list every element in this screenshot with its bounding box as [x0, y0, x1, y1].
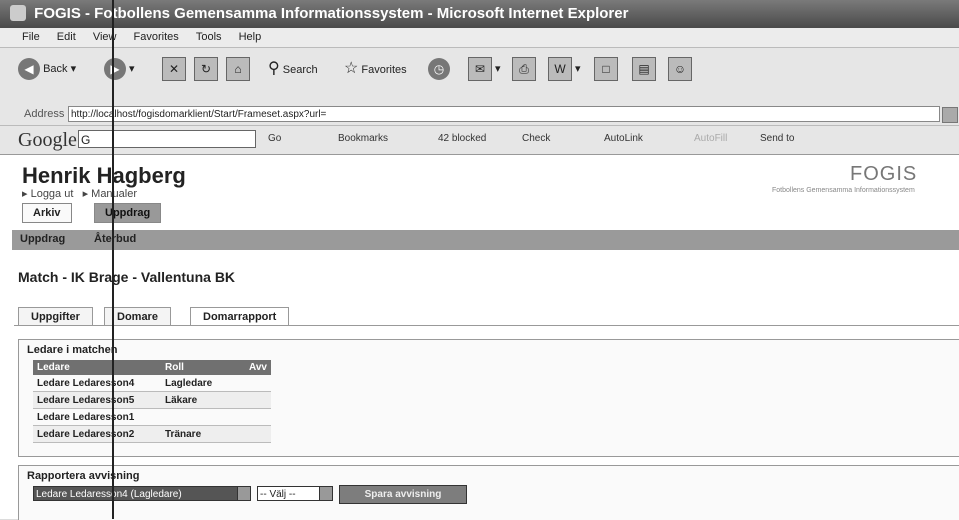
menu-file[interactable]: File [22, 28, 40, 47]
annotation-line [112, 0, 114, 519]
mail-icon: ✉ [468, 57, 492, 82]
window-titlebar: FOGIS - Fotbollens Gemensamma Informatio… [0, 0, 959, 28]
window-title: FOGIS - Fotbollens Gemensamma Informatio… [34, 5, 629, 22]
table-row[interactable]: Ledare Ledaresson1 [33, 408, 271, 426]
edit-button[interactable]: W ▾ [548, 54, 581, 84]
messenger-icon: ☺ [668, 57, 692, 82]
refresh-button[interactable]: ↻ [194, 54, 218, 84]
subnav-aterbud[interactable]: Återbud [94, 233, 136, 245]
stop-icon: ✕ [162, 57, 186, 82]
back-arrow-icon: ◀ [18, 58, 40, 81]
reason-select[interactable]: -- Välj -- [257, 486, 333, 501]
tab-uppgifter[interactable]: Uppgifter [18, 307, 93, 326]
history-icon: ◷ [428, 58, 450, 81]
address-label: Address [24, 108, 65, 120]
user-links: ▸ Logga ut ▸ Manualer [22, 188, 138, 200]
popup-blocked-counter[interactable]: 42 blocked [438, 133, 486, 144]
research-button[interactable]: ▤ [632, 54, 656, 84]
research-icon: ▤ [632, 57, 656, 82]
spell-check-button[interactable]: Check [522, 133, 550, 144]
menu-help[interactable]: Help [239, 28, 262, 47]
discuss-icon: □ [594, 57, 618, 82]
send-to-button[interactable]: Send to [760, 133, 794, 144]
fogis-tagline: Fotbollens Gemensamma Informationssystem [772, 187, 915, 194]
chevron-down-icon [237, 487, 250, 500]
fogis-app: Henrik Hagberg ▸ Logga ut ▸ Manualer FOG… [0, 155, 959, 520]
user-name: Henrik Hagberg [22, 163, 186, 188]
mail-button[interactable]: ✉ ▾ [468, 54, 501, 84]
tab-divider [14, 325, 959, 326]
report-heading: Rapportera avvisning [27, 470, 140, 482]
home-icon: ⌂ [226, 57, 250, 82]
leaders-panel: Ledare i matchen Ledare Roll Avv Ledare … [18, 339, 959, 457]
home-button[interactable]: ⌂ [226, 54, 250, 84]
google-bookmarks-button[interactable]: Bookmarks [338, 133, 388, 144]
address-input[interactable]: http://localhost/fogisdomarklient/Start/… [68, 106, 940, 122]
google-logo: Google [18, 129, 77, 151]
google-search-input[interactable]: G [78, 130, 256, 148]
search-button[interactable]: ⚲ Search [268, 54, 318, 84]
match-title: Match - IK Brage - Vallentuna BK [18, 269, 236, 285]
address-bar: Address http://localhost/fogisdomarklien… [0, 105, 959, 126]
manuals-link[interactable]: Manualer [91, 188, 137, 200]
save-expulsion-button[interactable]: Spara avvisning [339, 485, 467, 504]
browser-toolbar: ◀ Back ▾ ▶ ▾ ✕ ↻ ⌂ ⚲ Search ☆ Favorites … [0, 48, 959, 106]
google-go-button[interactable]: Go [268, 133, 281, 144]
autofill-button[interactable]: AutoFill [694, 133, 727, 144]
column-roll: Roll [161, 360, 233, 375]
menu-bar: File Edit View Favorites Tools Help [0, 28, 959, 48]
search-icon: ⚲ [268, 60, 280, 77]
tab-arkiv[interactable]: Arkiv [22, 203, 72, 223]
leader-select[interactable]: Ledare Ledaresson4 (Lagledare) [33, 486, 251, 501]
forward-arrow-icon: ▶ [104, 58, 126, 81]
tab-uppdrag[interactable]: Uppdrag [94, 203, 162, 223]
favorites-button[interactable]: ☆ Favorites [344, 54, 407, 84]
star-icon: ☆ [344, 60, 359, 77]
logout-link[interactable]: Logga ut [31, 188, 74, 200]
address-dropdown-icon[interactable] [942, 107, 958, 123]
refresh-icon: ↻ [194, 57, 218, 82]
leaders-heading: Ledare i matchen [27, 344, 118, 356]
menu-edit[interactable]: Edit [57, 28, 76, 47]
table-row[interactable]: Ledare Ledaresson4 Lagledare [33, 375, 271, 392]
back-button[interactable]: ◀ Back ▾ [18, 54, 76, 84]
column-ledare: Ledare [33, 360, 161, 375]
discuss-button[interactable]: □ [594, 54, 618, 84]
menu-favorites[interactable]: Favorites [134, 28, 179, 47]
print-button[interactable]: ⎙ [512, 54, 536, 84]
google-toolbar: Google G Go Bookmarks 42 blocked Check A… [0, 126, 959, 155]
word-icon: W [548, 57, 572, 82]
column-avv: Avv [233, 360, 271, 375]
table-row[interactable]: Ledare Ledaresson5 Läkare [33, 391, 271, 409]
report-panel: Rapportera avvisning Ledare Ledaresson4 … [18, 465, 959, 520]
print-icon: ⎙ [512, 57, 536, 82]
leaders-table: Ledare Roll Avv Ledare Ledaresson4 Lagle… [33, 360, 271, 443]
chevron-down-icon [319, 487, 332, 500]
forward-button[interactable]: ▶ ▾ [104, 54, 135, 84]
stop-button[interactable]: ✕ [162, 54, 186, 84]
tab-domarrapport[interactable]: Domarrapport [190, 307, 290, 326]
messenger-button[interactable]: ☺ [668, 54, 692, 84]
subnav-uppdrag[interactable]: Uppdrag [20, 233, 65, 245]
fogis-logo: FOGIS [850, 163, 918, 185]
menu-tools[interactable]: Tools [196, 28, 222, 47]
autolink-button[interactable]: AutoLink [604, 133, 643, 144]
tab-domare[interactable]: Domare [104, 307, 171, 326]
leaders-table-header: Ledare Roll Avv [33, 360, 271, 375]
sub-navigation: Uppdrag Återbud [12, 230, 959, 250]
history-button[interactable]: ◷ [428, 54, 450, 84]
table-row[interactable]: Ledare Ledaresson2 Tränare [33, 425, 271, 443]
ie-icon [10, 5, 26, 21]
